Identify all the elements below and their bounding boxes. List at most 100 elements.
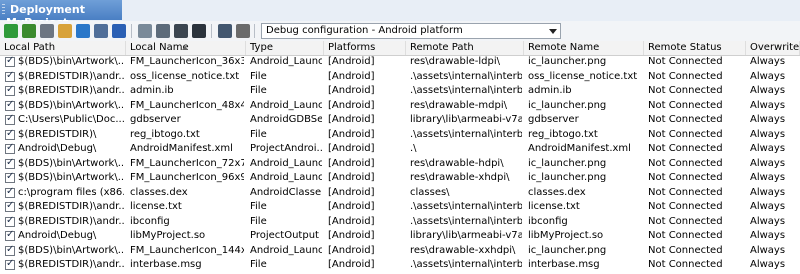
deploy-checkbox[interactable]: [5, 113, 15, 125]
table-row[interactable]: Android\Debug\ libMyProject.so ProjectOutp…: [0, 229, 800, 244]
table-row[interactable]: $(BREDISTDIR)\andr... interbase.msg File [A…: [0, 258, 800, 273]
undo-icon[interactable]: [112, 24, 126, 38]
deploy-checkbox[interactable]: [5, 157, 15, 169]
table-header: Local Path Local Name Type Platforms Remote …: [0, 41, 800, 56]
cell-remote-status: Not Connected: [648, 201, 723, 212]
cell-remote-status: Not Connected: [648, 99, 723, 111]
cell-local-name: gdbserver: [130, 114, 181, 125]
cell-remote-status: Not Connected: [648, 114, 723, 125]
cell-remote-path: .\: [410, 143, 417, 154]
deploy-checkbox[interactable]: [5, 186, 15, 198]
deploy-checkbox[interactable]: [5, 84, 15, 96]
cell-local-path: c:\program files (x86...: [18, 186, 124, 198]
cell-remote-path: .\assets\internal\interba...: [410, 215, 522, 227]
deploy-checkbox[interactable]: [5, 99, 15, 111]
add-file-icon[interactable]: [22, 24, 36, 38]
deploy-checkbox[interactable]: [5, 229, 15, 241]
cell-type: ProjectOutput: [250, 230, 319, 241]
cell-remote-name: ic_launcher.png: [528, 56, 607, 67]
remove-file-icon[interactable]: [40, 24, 54, 38]
deploy-checkbox[interactable]: [5, 142, 15, 154]
cell-platforms: [Android]: [328, 114, 375, 125]
cell-type: Android_Launc...: [250, 56, 322, 67]
deploy-checkbox[interactable]: [5, 215, 15, 227]
table-row[interactable]: $(BDS)\bin\Artwork\... FM_LauncherIcon_36…: [0, 55, 800, 70]
deploy-checkbox[interactable]: [5, 244, 15, 256]
cell-type: Android_Launc...: [250, 99, 322, 111]
cell-remote-path: .\assets\internal\interba...: [410, 201, 522, 212]
table-row[interactable]: $(BREDISTDIR)\andr... license.txt File [And…: [0, 200, 800, 215]
table-row[interactable]: $(BREDISTDIR)\andr... admin.ib File [Androi…: [0, 84, 800, 99]
layers-icon[interactable]: [192, 24, 206, 38]
settings-icon[interactable]: [94, 24, 108, 38]
cell-platforms: [Android]: [328, 56, 375, 67]
drag-handle-icon[interactable]: [2, 4, 5, 16]
cell-platforms: [Android]: [328, 172, 375, 183]
cell-local-name: reg_ibtogo.txt: [130, 128, 200, 140]
column-header-overwrite[interactable]: Overwrite: [746, 41, 800, 55]
copy-icon[interactable]: [138, 24, 152, 38]
tab-deployment[interactable]: Deployment MyProject: [0, 0, 122, 29]
table-row[interactable]: $(BREDISTDIR)\andr... ibconfig File [Androi…: [0, 215, 800, 230]
cell-platforms: [Android]: [328, 215, 375, 227]
deploy-checkbox[interactable]: [5, 171, 15, 183]
cell-local-name: AndroidManifest.xml: [130, 143, 233, 154]
stack-icon[interactable]: [174, 24, 188, 38]
deploy-checkbox[interactable]: [5, 55, 15, 67]
deploy-checkbox[interactable]: [5, 258, 15, 270]
toolbar: Debug configuration - Android platform: [0, 21, 800, 42]
cell-local-path: $(BDS)\bin\Artwork\...: [18, 99, 124, 111]
connect-icon[interactable]: [76, 24, 90, 38]
table-row[interactable]: c:\program files (x86... classes.dex Andro…: [0, 186, 800, 201]
cell-remote-path: res\drawable-xhdpi\: [410, 172, 510, 183]
column-header-local-path[interactable]: Local Path: [0, 41, 126, 55]
table-row[interactable]: $(BDS)\bin\Artwork\... FM_LauncherIcon_14…: [0, 244, 800, 259]
column-header-remote-status[interactable]: Remote Status: [644, 41, 746, 55]
cell-local-name: FM_LauncherIcon_36x36...: [130, 56, 244, 67]
cell-remote-name: classes.dex: [528, 186, 586, 198]
cell-overwrite: Always: [750, 201, 786, 212]
cell-type: Android_Launc...: [250, 244, 322, 256]
duplicate-icon[interactable]: [156, 24, 170, 38]
cell-overwrite: Always: [750, 244, 786, 256]
deploy-checkbox[interactable]: [5, 70, 15, 82]
cell-local-path: $(BREDISTDIR)\andr...: [18, 259, 124, 270]
configuration-select[interactable]: Debug configuration - Android platform: [261, 23, 561, 39]
table-row[interactable]: $(BDS)\bin\Artwork\... FM_LauncherIcon_48…: [0, 99, 800, 114]
deploy-checkbox[interactable]: [5, 200, 15, 212]
deploy-checkbox[interactable]: [5, 128, 15, 140]
cell-remote-name: oss_license_notice.txt: [528, 70, 638, 82]
column-header-remote-path[interactable]: Remote Path: [406, 41, 524, 55]
column-header-type[interactable]: Type: [246, 41, 324, 55]
chevron-down-icon[interactable]: [549, 29, 557, 34]
refresh-icon[interactable]: [4, 24, 18, 38]
cell-platforms: [Android]: [328, 70, 375, 82]
table-row[interactable]: Android\Debug\ AndroidManifest.xml Project…: [0, 142, 800, 157]
cell-platforms: [Android]: [328, 85, 375, 96]
cell-type: AndroidGDBSe...: [250, 114, 322, 125]
cell-platforms: [Android]: [328, 230, 375, 241]
table-row[interactable]: $(BDS)\bin\Artwork\... FM_LauncherIcon_72…: [0, 157, 800, 172]
cell-overwrite: Always: [750, 157, 786, 169]
column-header-platforms[interactable]: Platforms: [324, 41, 406, 55]
deployment-table: $(BDS)\bin\Artwork\... FM_LauncherIcon_36…: [0, 55, 800, 273]
cell-overwrite: Always: [750, 172, 786, 183]
cell-remote-name: interbase.msg: [528, 259, 600, 270]
cell-overwrite: Always: [750, 215, 786, 227]
column-header-remote-name[interactable]: Remote Name: [524, 41, 644, 55]
cell-type: Android_Launc...: [250, 172, 322, 183]
table-row[interactable]: C:\Users\Public\Doc... gdbserver AndroidGD…: [0, 113, 800, 128]
cell-local-name: libMyProject.so: [130, 230, 206, 241]
cell-remote-path: library\lib\armeabi-v7a\: [410, 114, 522, 125]
cell-local-path: C:\Users\Public\Doc...: [18, 114, 124, 125]
table-row[interactable]: $(BREDISTDIR)\andr... oss_license_notice.…: [0, 70, 800, 85]
cell-local-name: interbase.msg: [130, 259, 202, 270]
configuration-select-value: Debug configuration - Android platform: [266, 25, 463, 36]
table-row[interactable]: $(BREDISTDIR)\ reg_ibtogo.txt File [Android…: [0, 128, 800, 143]
cell-remote-path: library\lib\armeabi-v7a\: [410, 230, 522, 241]
device-icon[interactable]: [236, 24, 250, 38]
add-featured-files-icon[interactable]: [58, 24, 72, 38]
deploy-icon[interactable]: [218, 24, 232, 38]
cell-overwrite: Always: [750, 99, 786, 111]
table-row[interactable]: $(BDS)\bin\Artwork\... FM_LauncherIcon_96…: [0, 171, 800, 186]
